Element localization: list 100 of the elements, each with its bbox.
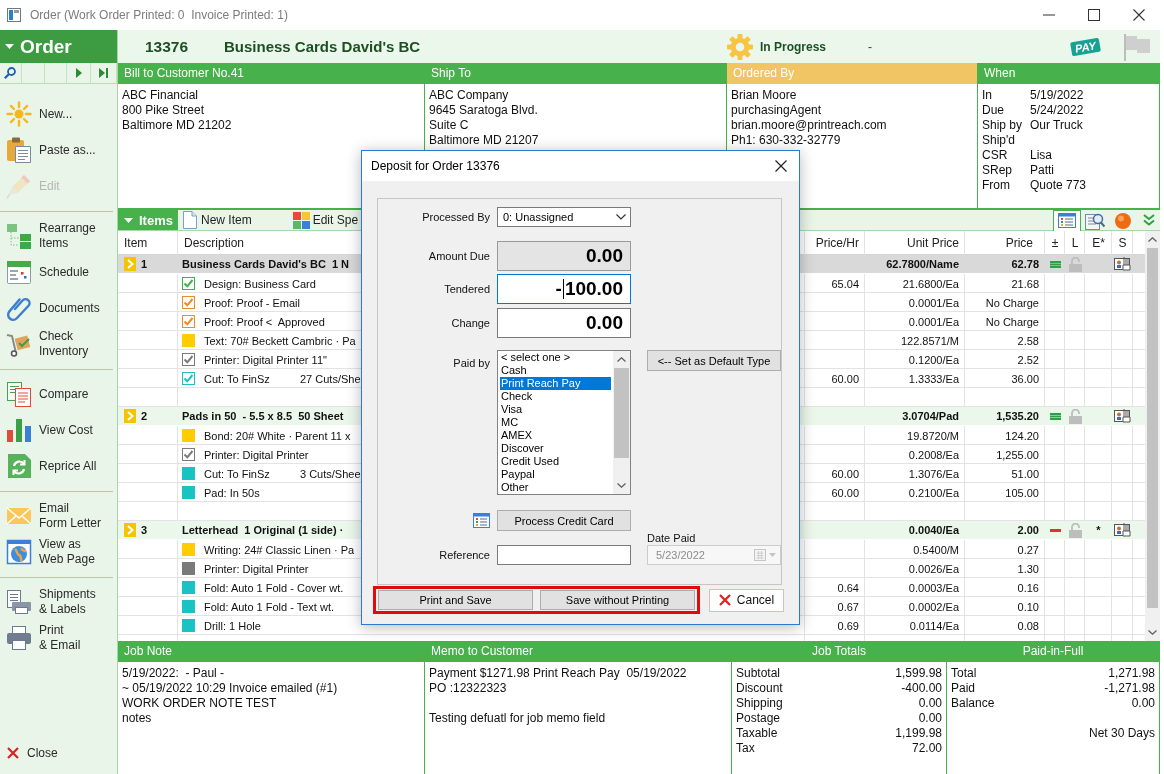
- table-cell-text: 0.0003/Ea: [907, 580, 960, 596]
- table-cell-text: 65.04: [830, 276, 860, 292]
- item-number: 2: [141, 410, 148, 422]
- memo-line: Payment $1271.98 Print Reach Pay 05/19/2022: [429, 666, 688, 681]
- field-value: 5/19/2022: [1030, 88, 1085, 103]
- field-label: Tendered: [444, 283, 490, 295]
- table-cell-text: 2.00: [1016, 523, 1040, 538]
- item-description: Text: 70# Beckett Cambric · Pa: [204, 334, 356, 347]
- field-label: CSR: [982, 148, 1009, 163]
- info-line: Baltimore MD 21202: [122, 118, 233, 133]
- field-label: Processed By: [422, 211, 490, 223]
- info-line: Brian Moore: [731, 88, 798, 103]
- item-description: Fold: Auto 1 Fold - Text wt.: [204, 600, 335, 613]
- item-number: 3: [141, 524, 148, 536]
- item-description: Writing: 24# Classic Linen · Pa: [204, 543, 355, 556]
- group-description: Pads in 50 - 5.5 x 8.5 50 Sheet: [182, 410, 344, 422]
- table-cell-text: 19.8720/M: [906, 428, 960, 444]
- field-label: Amount Due: [428, 250, 490, 262]
- group-description: Letterhead 1 Original (1 side) ·: [182, 524, 344, 536]
- item-description: Proof: Proof - Email: [204, 296, 300, 309]
- total-label: Shipping: [736, 696, 783, 711]
- total-value: 72.00: [911, 741, 942, 756]
- total-value: -1,271.98: [1104, 681, 1155, 696]
- table-cell-text: 0.67: [836, 599, 860, 615]
- item-description: Printer: Digital Printer: [204, 448, 309, 461]
- total-value: 0.00: [918, 696, 942, 711]
- info-line: 800 Pike Street: [122, 103, 206, 118]
- table-cell-text: 60.00: [830, 466, 860, 482]
- table-cell-text: *: [1095, 523, 1102, 538]
- table-cell-text: 1,535.20: [995, 409, 1040, 424]
- panel-header: Bill to Customer No.41: [118, 63, 424, 84]
- total-label: Taxable: [736, 726, 778, 741]
- table-cell-text: 0.69: [836, 618, 860, 634]
- table-cell-text: 36.00: [1010, 371, 1040, 387]
- total-label: Subtotal: [736, 666, 781, 681]
- info-line: ABC Financial: [122, 88, 200, 103]
- table-cell-text: 62.78: [1010, 257, 1040, 272]
- table-cell-text: 62.7800/Name: [885, 257, 960, 272]
- item-description: Design: Business Card: [204, 277, 316, 290]
- info-line: brian.moore@printreach.com: [731, 118, 888, 133]
- field-label: From: [982, 178, 1011, 193]
- item-description: Fold: Auto 1 Fold - Cover wt.: [204, 581, 344, 594]
- item-description: Printer: Digital Printer: [204, 562, 309, 575]
- info-line: purchasingAgent: [731, 103, 823, 118]
- group-description: Business Cards David's BC 1 N: [182, 258, 350, 270]
- table-cell-text: 21.68: [1010, 276, 1040, 292]
- field-label: Ship'd: [982, 133, 1016, 148]
- table-cell-text: 60.00: [830, 485, 860, 501]
- table-cell-text: 0.0026/Ea: [907, 561, 960, 577]
- table-cell-text: 0.2100/Ea: [907, 485, 960, 501]
- item-detail: 27 Cuts/She: [300, 372, 361, 385]
- field-label: Date Paid: [647, 531, 696, 544]
- table-cell-text: 1.3333/Ea: [907, 371, 960, 387]
- table-cell-text: 0.08: [1016, 618, 1040, 634]
- total-value: 1,599.98: [895, 666, 942, 681]
- section-header: Job Note: [118, 641, 424, 662]
- field-label: Paid by: [453, 356, 490, 369]
- table-cell-text: 0.0001/Ea: [907, 314, 960, 330]
- total-value: 1,271.98: [1108, 666, 1155, 681]
- field-label: Ship by: [982, 118, 1024, 133]
- field-label: In: [982, 88, 993, 103]
- item-number: 1: [141, 258, 148, 270]
- item-description: Cut: To FinSz: [204, 467, 271, 480]
- field-value: Patti: [1030, 163, 1055, 178]
- memo-line: PO :12322323: [429, 681, 508, 696]
- section-header: Memo to Customer: [425, 641, 731, 662]
- note-line: ~ 05/19/2022 10:29 Invoice emailed (#1): [122, 681, 339, 696]
- info-line: ABC Company: [429, 88, 510, 103]
- table-cell-text: 3.0704/Pad: [901, 409, 960, 424]
- panel-header: Ordered By: [727, 63, 977, 84]
- table-cell-text: 124.20: [1004, 428, 1040, 444]
- section-header: Job Totals: [732, 641, 946, 662]
- table-cell-text: 60.00: [830, 371, 860, 387]
- item-description: Pad: In 50s: [204, 486, 260, 499]
- field-label: Change: [451, 317, 490, 329]
- item-description: Proof: Proof < Approved: [204, 315, 325, 328]
- table-cell-text: 2.58: [1016, 333, 1040, 349]
- dialog-title: Deposit for Order 13376: [371, 159, 500, 173]
- total-label: Postage: [736, 711, 781, 726]
- field-label: Due: [982, 103, 1005, 118]
- total-label: Total: [951, 666, 977, 681]
- field-value: 5/24/2022: [1030, 103, 1085, 118]
- section-header: Paid-in-Full: [947, 641, 1159, 662]
- table-cell-text: 0.0002/Ea: [907, 599, 960, 615]
- table-cell-text: 0.1200/Ea: [907, 352, 960, 368]
- field-value: Our Truck: [1030, 118, 1084, 133]
- total-label: Discount: [736, 681, 783, 696]
- table-cell-text: 122.8571/M: [899, 333, 960, 349]
- table-cell-text: 2.52: [1016, 352, 1040, 368]
- memo-line: Testing defuatl for job memo field: [429, 711, 607, 726]
- table-cell-text: 0.0040/Ea: [907, 523, 961, 538]
- job-name: Business Cards David's BC: [224, 38, 421, 55]
- note-line: notes: [122, 711, 153, 726]
- table-cell-text: 0.27: [1016, 542, 1040, 558]
- table-cell-text: 105.00: [1004, 485, 1040, 501]
- field-value: Lisa: [1030, 148, 1053, 163]
- item-detail: 3 Cuts/Shee: [300, 467, 361, 480]
- order-number: 13376: [145, 37, 190, 56]
- table-cell-text: 21.6800/Ea: [901, 276, 960, 292]
- total-value: 0.00: [918, 711, 942, 726]
